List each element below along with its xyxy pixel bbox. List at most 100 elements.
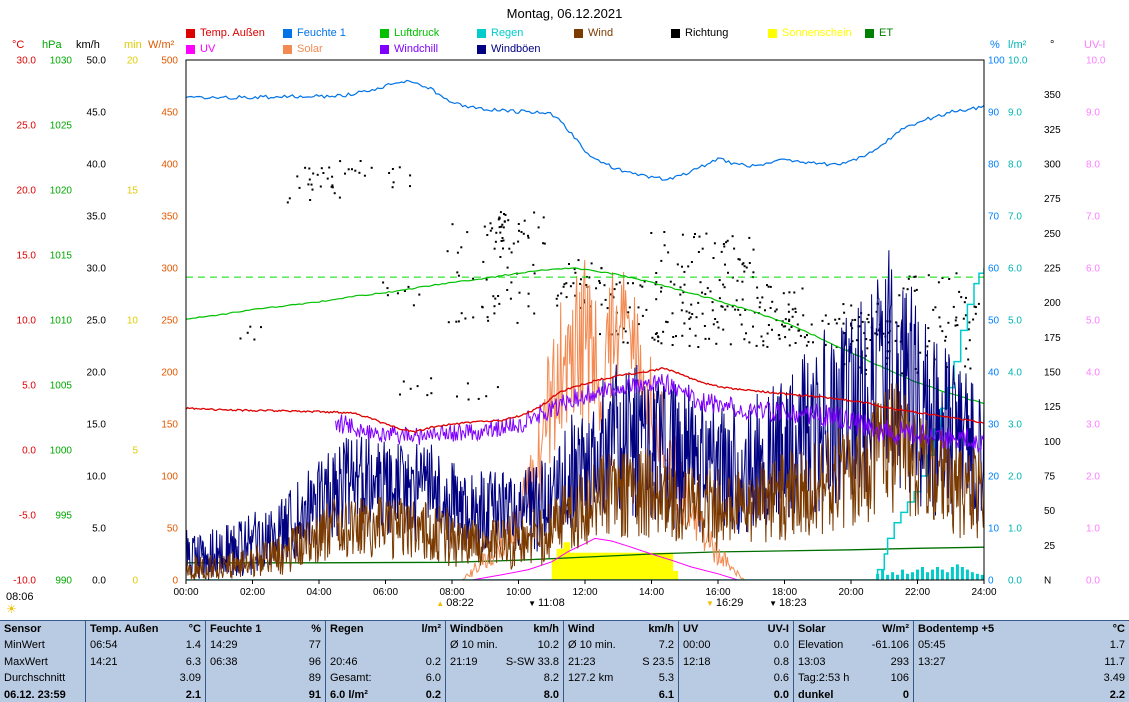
axis-tick-lm2: 3.0 <box>1008 420 1022 431</box>
time-marker: ▼16:29 <box>706 597 743 609</box>
legend-item-feuchte-1: Feuchte 1 <box>283 27 380 39</box>
axis-unit-deg: ° <box>1050 39 1054 51</box>
cell-value: UV-I <box>768 621 789 637</box>
table-row-label: 06.12. 23:59 <box>0 687 85 702</box>
cell-label: 13:27 <box>918 654 946 670</box>
cell-value: S-SW 33.8 <box>506 654 559 670</box>
legend-item-luftdruck: Luftdruck <box>380 27 477 39</box>
cell-label: 20:46 <box>330 654 358 670</box>
cell-value: 1.7 <box>1110 637 1125 653</box>
cell-value: 6.0 <box>426 670 441 686</box>
cell-value: 91 <box>309 687 321 702</box>
axis-tick-hpa: 1000 <box>50 446 73 457</box>
axis-unit-temp: °C <box>12 39 24 51</box>
axis-tick-temp: 0.0 <box>22 446 36 457</box>
weather-chart-page: Montag, 06.12.2021 Temp. AußenFeuchte 1L… <box>0 0 1129 702</box>
time-marker: ▼11:08 <box>528 597 565 609</box>
cell-label: Ø 10 min. <box>450 637 498 653</box>
cell-label: 14:29 <box>210 637 238 653</box>
cell-value: 0 <box>903 687 909 702</box>
axis-tick-wm2: 150 <box>161 420 178 431</box>
marker-down-icon: ▼ <box>528 598 536 609</box>
legend-swatch-icon <box>283 29 292 38</box>
axis-unit-lm2: l/m² <box>1008 39 1027 51</box>
axis-tick-deg: 325 <box>1044 125 1061 136</box>
cell-value: 96 <box>309 654 321 670</box>
axis-tick-uvi: 0.0 <box>1086 576 1100 587</box>
legend-label: Richtung <box>685 27 728 39</box>
axis-tick-min: 15 <box>127 186 139 197</box>
axis-tick-hpa: 1010 <box>50 316 73 327</box>
axis-tick-kmh: 40.0 <box>87 160 107 171</box>
axis-tick-temp: 25.0 <box>17 121 37 132</box>
cell-label: UV <box>683 621 698 637</box>
legend-item-windb-en: Windböen <box>477 43 574 55</box>
cell-label: Windböen <box>450 621 503 637</box>
cell-value: 3.09 <box>180 670 201 686</box>
table-cell-regen: 6.0 l/m²0.2 <box>325 687 445 702</box>
cell-value: 5.3 <box>659 670 674 686</box>
table-cell-windb-en: Windböen km/h <box>445 621 563 637</box>
legend-label: Feuchte 1 <box>297 27 346 39</box>
axis-tick-pct: 30 <box>988 420 1000 431</box>
chart-legend: Temp. AußenFeuchte 1LuftdruckRegenWindRi… <box>186 25 962 57</box>
legend-label: ET <box>879 27 893 39</box>
axis-tick-temp: -5.0 <box>19 511 37 522</box>
table-cell-uv: 0.0 <box>678 687 793 702</box>
legend-row: UVSolarWindchillWindböen <box>186 41 962 57</box>
marker-time: 16:29 <box>716 597 744 609</box>
axis-tick-uvi: 8.0 <box>1086 160 1100 171</box>
axis-tick-deg: 150 <box>1044 368 1061 379</box>
legend-item-uv: UV <box>186 43 283 55</box>
table-cell-solar: dunkel0 <box>793 687 913 702</box>
cell-value: 7.2 <box>659 637 674 653</box>
axis-tick-uvi: 7.0 <box>1086 212 1100 223</box>
cell-label: 06:38 <box>210 654 238 670</box>
table-cell-windb-en: 8.0 <box>445 687 563 702</box>
axis-tick-min: 0 <box>132 576 138 587</box>
cell-value: 8.0 <box>544 687 559 702</box>
axis-tick-deg: 100 <box>1044 437 1061 448</box>
table-row-label: MinWert <box>0 637 85 653</box>
axis-tick-deg: 50 <box>1044 506 1056 517</box>
table-cell-feuchte-1: 06:38 96 <box>205 654 325 670</box>
axis-tick-kmh: 0.0 <box>92 576 106 587</box>
table-cell-uv: 0.6 <box>678 670 793 686</box>
table-row-label: Durchschnitt <box>0 670 85 686</box>
axis-tick-pct: 10 <box>988 524 1000 535</box>
cell-value: km/h <box>533 621 559 637</box>
axis-tick-uvi: 10.0 <box>1086 56 1106 67</box>
table-cell-regen: Gesamt:6.0 <box>325 670 445 686</box>
cell-value: 0.0 <box>774 687 789 702</box>
stats-table: SensorTemp. Außen°CFeuchte 1%Regenl/m²Wi… <box>0 620 1129 702</box>
axis-tick-pct: 100 <box>988 56 1005 67</box>
legend-swatch-icon <box>477 45 486 54</box>
axis-tick-wm2: 200 <box>161 368 178 379</box>
sun-moon-markers: ▲08:22▼11:08▼16:29▼18:23 <box>0 597 1129 612</box>
table-cell-bodentemp-5: 3.49 <box>913 670 1129 686</box>
cell-value: 293 <box>891 654 909 670</box>
table-row: MinWert06:541.414:2977Ø 10 min.10.2Ø 10 … <box>0 637 1129 653</box>
table-cell-feuchte-1: Feuchte 1% <box>205 621 325 637</box>
cell-value: 0.0 <box>774 637 789 653</box>
table-cell-temp-au-en: 3.09 <box>85 670 205 686</box>
axis-tick-pct: 20 <box>988 472 1000 483</box>
axis-tick-hpa: 995 <box>55 511 72 522</box>
axis-tick-deg: 75 <box>1044 472 1056 483</box>
cell-label: 127.2 km <box>568 670 613 686</box>
axis-tick-pct: 50 <box>988 316 1000 327</box>
legend-swatch-icon <box>283 45 292 54</box>
table-cell-uv: UV UV-I <box>678 621 793 637</box>
legend-swatch-icon <box>865 29 874 38</box>
cell-label: Feuchte 1 <box>210 621 261 637</box>
table-cell-windb-en: Ø 10 min.10.2 <box>445 637 563 653</box>
axis-tick-min: 5 <box>132 446 138 457</box>
axis-tick-min: 20 <box>127 56 139 67</box>
table-row: MaxWert14:216.306:389620:460.221:19S-SW … <box>0 654 1129 670</box>
table-cell-feuchte-1: 14:2977 <box>205 637 325 653</box>
axis-unit-kmh: km/h <box>76 39 100 51</box>
cell-value: 3.49 <box>1104 670 1125 686</box>
cell-label: Solar <box>798 621 826 637</box>
cell-label: 6.0 l/m² <box>330 687 368 702</box>
axis-tick-kmh: 5.0 <box>92 524 106 535</box>
